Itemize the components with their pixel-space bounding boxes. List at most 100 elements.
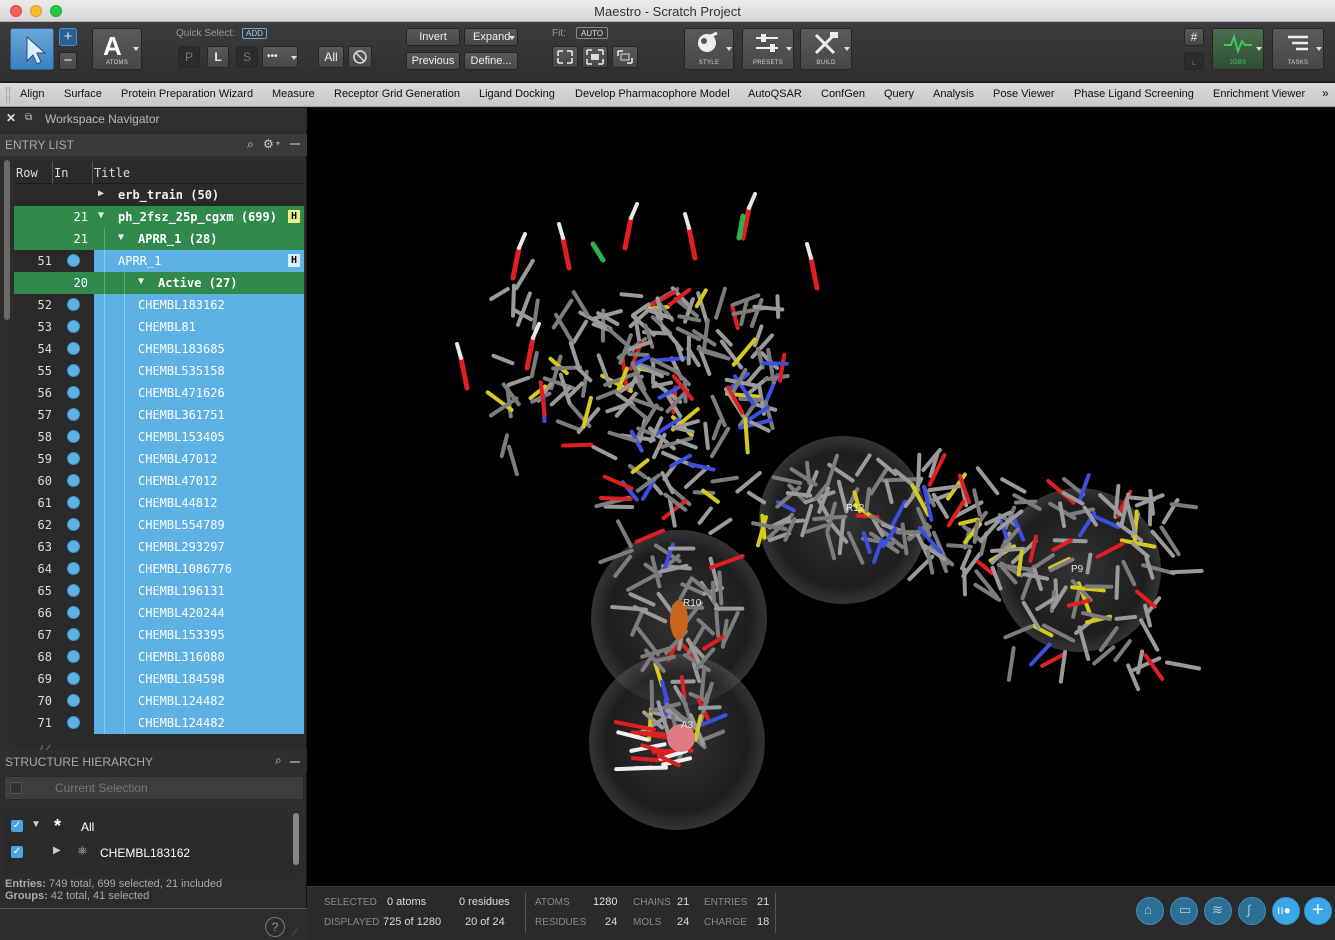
entry-row[interactable]: 70 CHEMBL124482 (14, 690, 304, 712)
menu-enrichment-viewer[interactable]: Enrichment Viewer (1213, 88, 1305, 100)
resize-grip-icon[interactable]: ⟋ (292, 927, 299, 938)
title-cell[interactable]: CHEMBL420244 (94, 602, 304, 624)
in-cell[interactable] (54, 404, 92, 426)
entry-row[interactable]: 66 CHEMBL420244 (14, 602, 304, 624)
checkbox-checked-icon[interactable]: ✓ (11, 846, 23, 858)
fit-view-button[interactable] (612, 46, 638, 68)
included-indicator[interactable] (67, 474, 80, 487)
in-cell[interactable] (54, 294, 92, 316)
measure-tool-button[interactable]: ▭ (1170, 897, 1198, 925)
title-cell[interactable]: CHEMBL184598 (94, 668, 304, 690)
title-cell[interactable]: CHEMBL183162 (94, 294, 304, 316)
included-indicator[interactable] (67, 452, 80, 465)
grid-toggle-button[interactable]: # (1184, 28, 1204, 46)
title-cell[interactable]: ▼ APRR_1 (28) (94, 228, 304, 250)
in-cell[interactable] (54, 712, 92, 734)
add-button[interactable]: + (1304, 897, 1332, 925)
in-cell[interactable] (54, 492, 92, 514)
title-cell[interactable]: CHEMBL471626 (94, 382, 304, 404)
in-cell[interactable] (54, 250, 92, 272)
in-cell[interactable] (54, 448, 92, 470)
entry-row[interactable]: 68 CHEMBL316080 (14, 646, 304, 668)
chevron-right-icon[interactable]: ▶ (98, 188, 104, 199)
checkbox-checked-icon[interactable]: ✓ (11, 820, 23, 832)
included-indicator[interactable] (67, 386, 80, 399)
in-cell[interactable] (54, 470, 92, 492)
title-cell[interactable]: CHEMBL361751 (94, 404, 304, 426)
column-title[interactable]: Title (94, 166, 130, 180)
fit-all-button[interactable] (552, 46, 578, 68)
in-cell[interactable] (54, 536, 92, 558)
current-selection-checkbox[interactable] (10, 782, 22, 794)
add-selection-button[interactable]: + (59, 28, 77, 46)
title-cell[interactable]: CHEMBL1086776 (94, 558, 304, 580)
subtract-selection-button[interactable]: − (59, 52, 77, 70)
title-cell[interactable]: ▼ Active (27) (94, 272, 304, 294)
quick-select-l-button[interactable]: L (207, 46, 229, 68)
menu-ligand-docking[interactable]: Ligand Docking (479, 88, 555, 100)
title-cell[interactable]: ▼ ph_2fsz_25p_cgxm (699) H (94, 206, 304, 228)
clear-selection-button[interactable] (348, 46, 372, 68)
included-indicator[interactable] (67, 496, 80, 509)
define-button[interactable]: Define... (464, 52, 518, 70)
in-cell[interactable] (54, 338, 92, 360)
menu-phase-ligand-screening[interactable]: Phase Ligand Screening (1074, 88, 1194, 100)
chevron-down-icon[interactable]: ▼ (118, 232, 124, 243)
hierarchy-scrollbar[interactable] (293, 813, 299, 865)
current-selection-row[interactable]: Current Selection (5, 777, 303, 799)
expand-button[interactable]: Expand (464, 28, 518, 46)
hypothesis-badge[interactable]: H (288, 210, 300, 223)
presets-button[interactable]: PRESETS (742, 28, 794, 70)
included-indicator[interactable] (67, 430, 80, 443)
group-row[interactable]: 20 ▼ Active (27) (14, 272, 304, 294)
chevron-right-icon[interactable]: ▶ (53, 845, 61, 856)
entry-row[interactable]: 56 CHEMBL471626 (14, 382, 304, 404)
title-cell[interactable]: CHEMBL81 (94, 316, 304, 338)
build-button[interactable]: BUILD (800, 28, 852, 70)
included-indicator[interactable] (67, 672, 80, 685)
group-row[interactable]: 21 ▼ APRR_1 (28) (14, 228, 304, 250)
detach-panel-icon[interactable]: ⧉ (25, 112, 32, 123)
title-cell[interactable]: CHEMBL153405 (94, 426, 304, 448)
fit-auto-toggle[interactable]: AUTO (576, 27, 609, 39)
in-cell[interactable] (54, 624, 92, 646)
entry-row[interactable]: 53 CHEMBL81 (14, 316, 304, 338)
title-cell[interactable]: APRR_1 H (94, 250, 304, 272)
menu-protein-preparation-wizard[interactable]: Protein Preparation Wizard (121, 88, 253, 100)
tasks-button[interactable]: TASKS (1272, 28, 1324, 70)
in-cell[interactable] (54, 514, 92, 536)
entry-row[interactable]: 55 CHEMBL535158 (14, 360, 304, 382)
included-indicator[interactable] (67, 650, 80, 663)
title-cell[interactable]: CHEMBL47012 (94, 448, 304, 470)
included-indicator[interactable] (67, 320, 80, 333)
title-cell[interactable]: CHEMBL153395 (94, 624, 304, 646)
entry-row[interactable]: 64 CHEMBL1086776 (14, 558, 304, 580)
in-cell[interactable]: 20 (54, 272, 92, 294)
in-cell[interactable] (54, 316, 92, 338)
title-cell[interactable]: CHEMBL293297 (94, 536, 304, 558)
menu-autoqsar[interactable]: AutoQSAR (748, 88, 802, 100)
entry-row[interactable]: 54 CHEMBL183685 (14, 338, 304, 360)
drag-handle-icon[interactable] (6, 87, 10, 103)
in-cell[interactable] (54, 580, 92, 602)
entry-list-scrollbar[interactable] (4, 160, 10, 320)
in-cell[interactable]: 21 (54, 206, 92, 228)
included-indicator[interactable] (67, 298, 80, 311)
title-cell[interactable]: ▶ erb_train (50) (94, 184, 304, 206)
chevron-down-icon[interactable]: ▼ (98, 210, 104, 221)
layout-toggle-button[interactable]: ⌞ (1184, 52, 1204, 70)
select-tool-button[interactable] (10, 28, 54, 70)
chevron-down-icon[interactable]: ▾ (276, 139, 280, 148)
add-badge[interactable]: ADD (242, 28, 267, 39)
surface-tool-button[interactable]: ≋ (1204, 897, 1232, 925)
entry-row[interactable]: 60 CHEMBL47012 (14, 470, 304, 492)
group-row[interactable]: ▶ erb_train (50) (14, 184, 304, 206)
title-cell[interactable]: CHEMBL124482 (94, 690, 304, 712)
entry-row[interactable]: 59 CHEMBL47012 (14, 448, 304, 470)
title-cell[interactable]: CHEMBL196131 (94, 580, 304, 602)
ligand-alignment-render[interactable]: R10 R12 P9 A3 (307, 108, 1335, 886)
included-indicator[interactable] (67, 408, 80, 421)
in-cell[interactable] (54, 184, 92, 206)
menu-query[interactable]: Query (884, 88, 914, 100)
included-indicator[interactable] (67, 254, 80, 267)
